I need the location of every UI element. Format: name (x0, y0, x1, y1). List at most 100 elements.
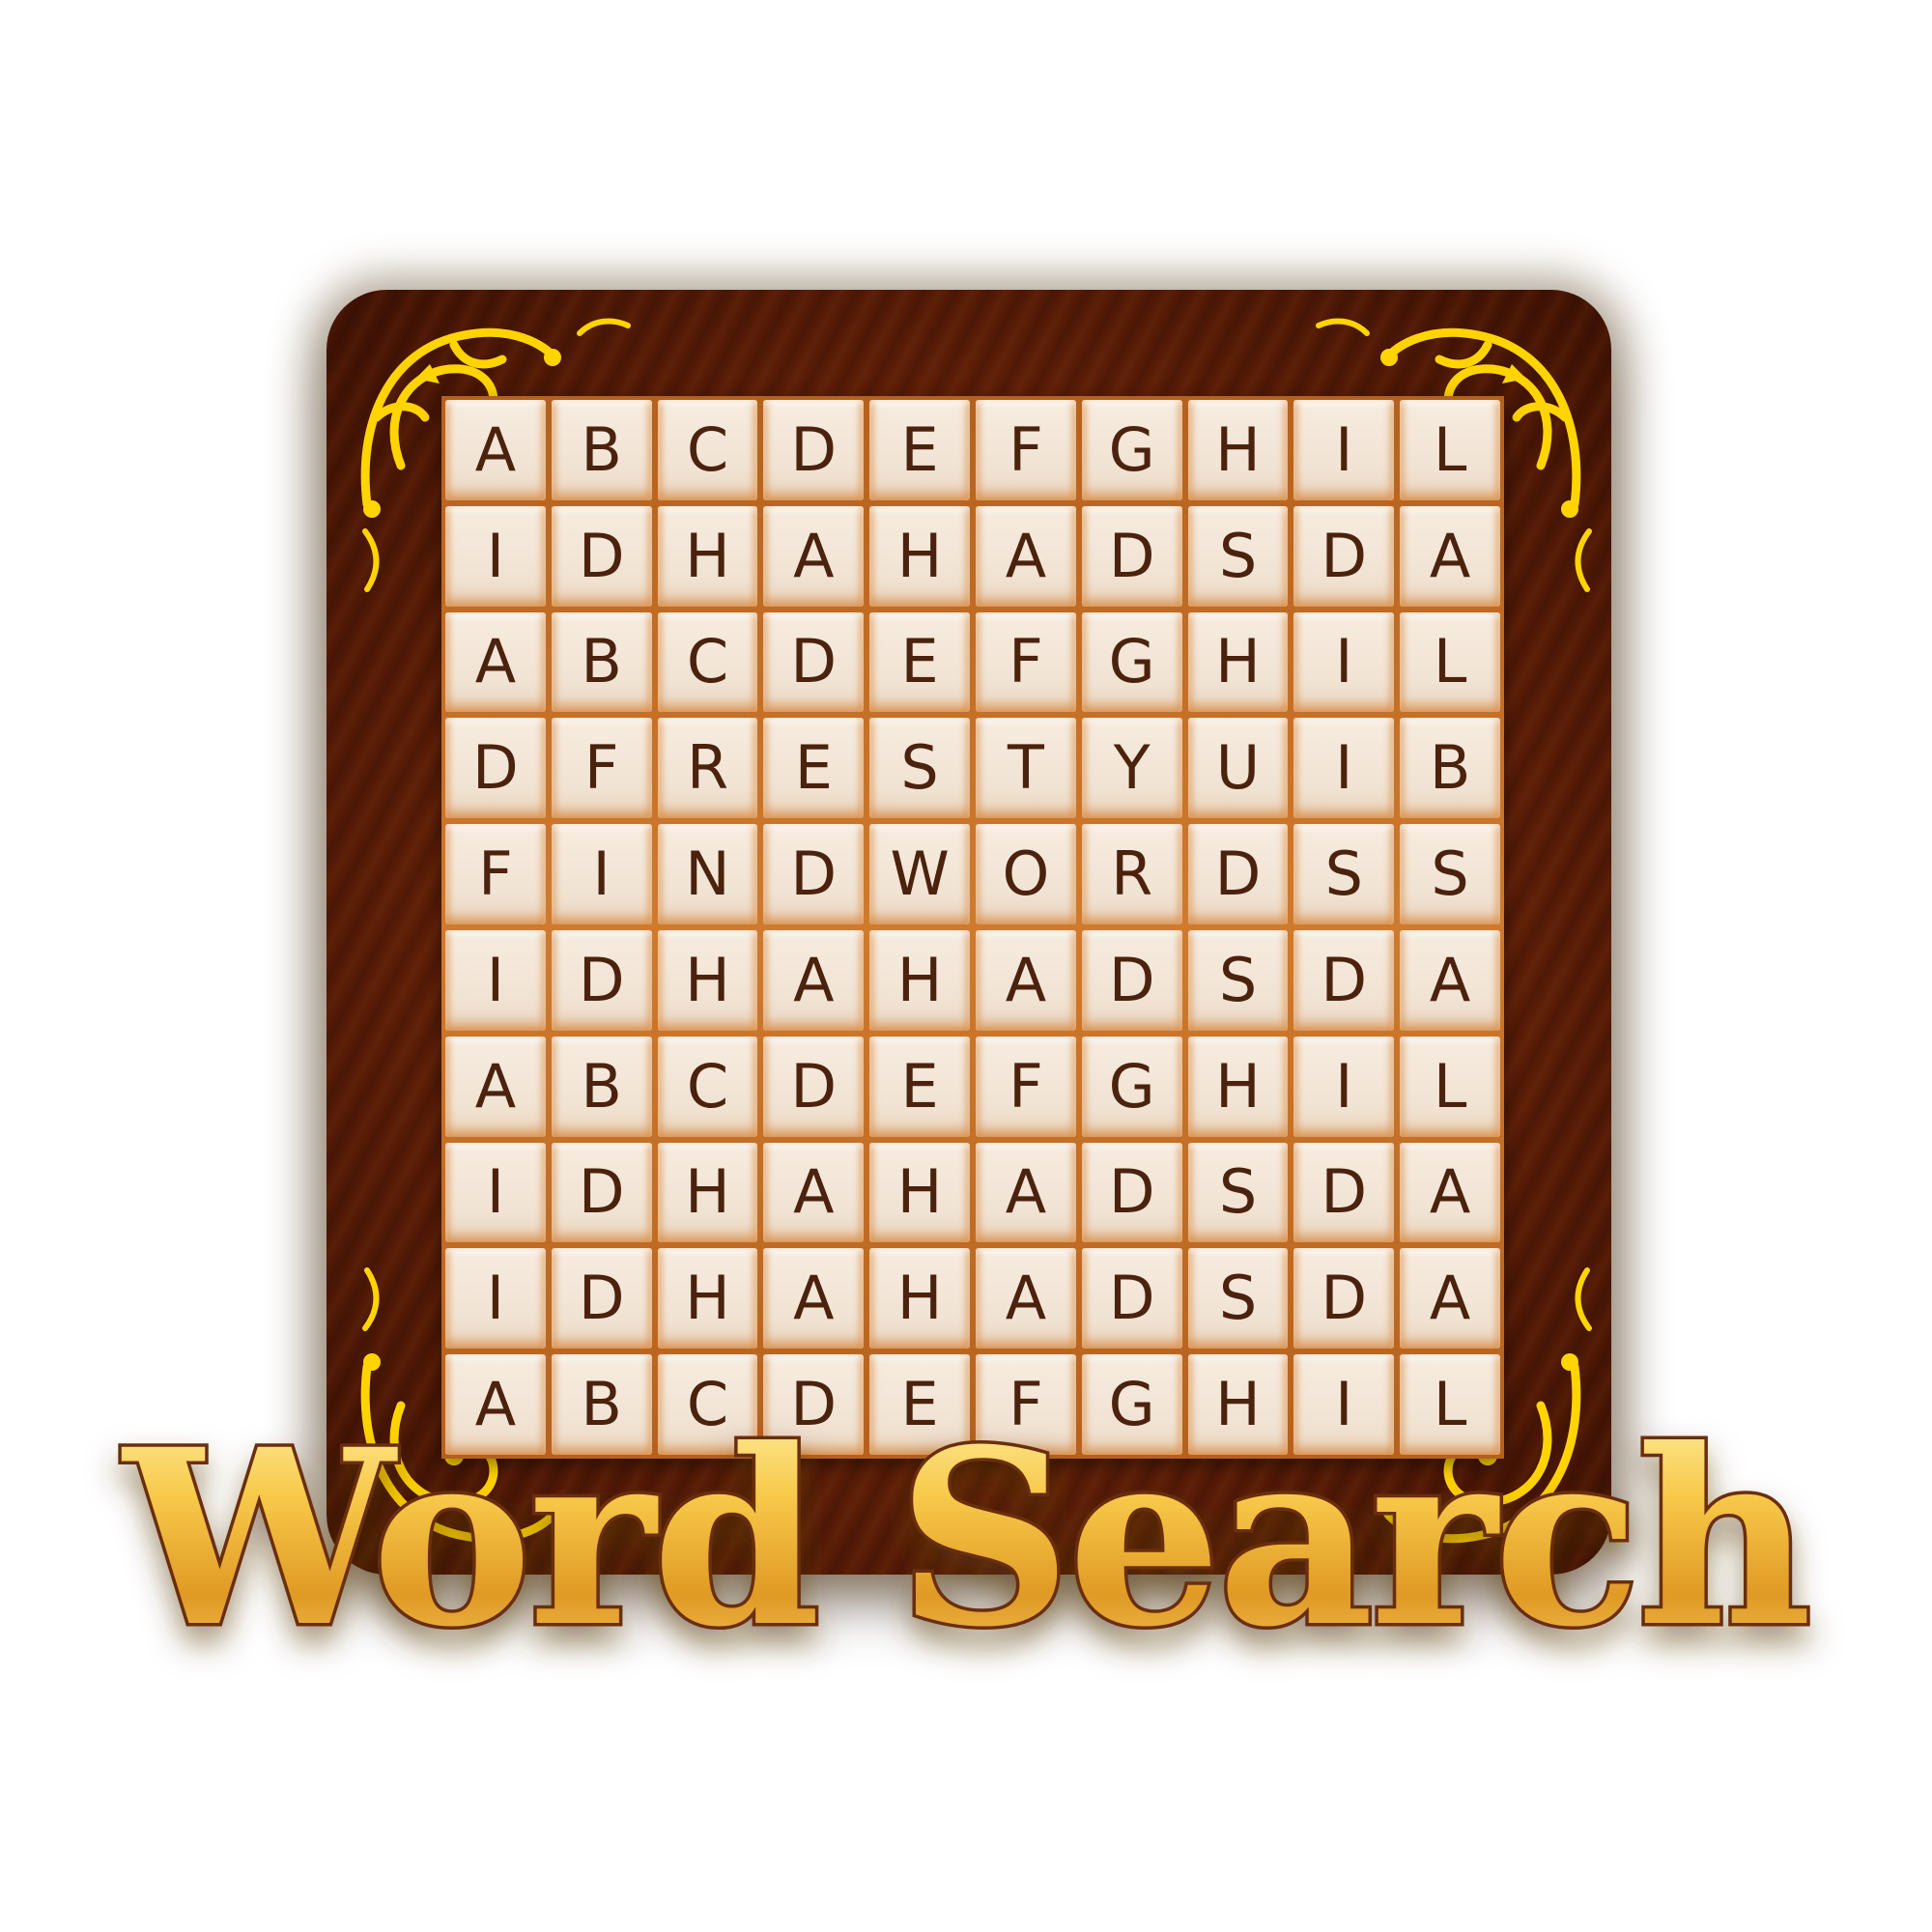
game-title: Word Search (118, 1393, 1816, 1684)
letter-tile[interactable]: D (763, 1036, 865, 1137)
letter-tile[interactable]: R (657, 718, 758, 819)
flourish-icon (362, 528, 380, 592)
letter-tile[interactable]: D (551, 1142, 652, 1243)
letter-tile[interactable]: S (1187, 1248, 1289, 1350)
flourish-icon (1575, 1267, 1592, 1331)
letter-tile[interactable]: F (976, 1036, 1076, 1137)
flourish-icon (1316, 318, 1370, 336)
title-text: Word Search (121, 1396, 1808, 1680)
letter-tile[interactable]: D (551, 505, 652, 607)
letter-tile[interactable]: I (445, 505, 546, 607)
flourish-icon (577, 318, 631, 336)
flourish-icon (1575, 528, 1592, 592)
letter-tile[interactable]: H (1187, 400, 1289, 500)
letter-tile[interactable]: D (1293, 505, 1395, 607)
letter-tile[interactable]: D (763, 824, 865, 924)
letter-tile[interactable]: D (1293, 1248, 1395, 1350)
letter-tile[interactable]: B (551, 611, 652, 713)
letter-tile[interactable]: H (657, 1248, 758, 1350)
letter-tile[interactable]: H (1187, 611, 1289, 713)
stage: ABCDEFGHILIDHAHADSDAABCDEFGHILDFRESTYUIB… (0, 0, 1932, 1932)
letter-tile[interactable]: D (1187, 824, 1289, 924)
letter-tile[interactable]: T (976, 718, 1076, 819)
letter-tile[interactable]: A (763, 505, 865, 607)
letter-tile[interactable]: G (1081, 611, 1182, 713)
letter-tile[interactable]: C (657, 1036, 758, 1137)
letter-tile[interactable]: H (1187, 1036, 1289, 1137)
letter-tile[interactable]: D (1081, 1248, 1182, 1350)
letter-tile[interactable]: H (657, 505, 758, 607)
letter-tile[interactable]: F (976, 611, 1076, 713)
letter-tile[interactable]: H (657, 1142, 758, 1243)
letter-tile[interactable]: I (1293, 1036, 1395, 1137)
letter-tile[interactable]: A (1400, 930, 1500, 1031)
letter-tile[interactable]: A (976, 1142, 1076, 1243)
letter-tile[interactable]: S (1187, 505, 1289, 607)
letter-tile[interactable]: A (1400, 505, 1500, 607)
letter-tile[interactable]: B (1400, 718, 1500, 819)
letter-tile[interactable]: G (1081, 1036, 1182, 1137)
letter-tile[interactable]: I (445, 930, 546, 1031)
letter-tile[interactable]: L (1400, 400, 1500, 500)
letter-tile[interactable]: C (657, 400, 758, 500)
letter-tile[interactable]: S (869, 718, 970, 819)
letter-tile[interactable]: B (551, 1036, 652, 1137)
letter-tile[interactable]: B (551, 400, 652, 500)
letter-tile[interactable]: A (445, 400, 546, 500)
letter-tile[interactable]: A (445, 1036, 546, 1137)
letter-tile[interactable]: E (869, 611, 970, 713)
letter-tile[interactable]: F (976, 400, 1076, 500)
letter-tile[interactable]: L (1400, 611, 1500, 713)
letter-tile[interactable]: G (1081, 400, 1182, 500)
letter-tile[interactable]: E (763, 718, 865, 819)
letter-tile[interactable]: F (551, 718, 652, 819)
letter-tile[interactable]: D (1293, 1142, 1395, 1243)
letter-tile[interactable]: H (869, 505, 970, 607)
letter-tile[interactable]: I (551, 824, 652, 924)
letter-tile[interactable]: Y (1081, 718, 1182, 819)
letter-tile[interactable]: H (869, 930, 970, 1031)
letter-tile[interactable]: D (763, 400, 865, 500)
letter-tile[interactable]: O (976, 824, 1076, 924)
letter-tile[interactable]: L (1400, 1036, 1500, 1137)
letter-tile[interactable]: D (1081, 930, 1182, 1031)
letter-tile[interactable]: E (869, 1036, 970, 1137)
letter-tile[interactable]: I (445, 1142, 546, 1243)
letter-tile[interactable]: D (763, 611, 865, 713)
letter-tile[interactable]: N (657, 824, 758, 924)
letter-tile[interactable]: H (869, 1248, 970, 1350)
letter-tile[interactable]: A (445, 611, 546, 713)
letter-tile[interactable]: W (869, 824, 970, 924)
letter-tile[interactable]: D (1293, 930, 1395, 1031)
letter-tile[interactable]: S (1187, 1142, 1289, 1243)
letter-tile[interactable]: S (1400, 824, 1500, 924)
letter-tile[interactable]: A (976, 930, 1076, 1031)
letter-tile[interactable]: A (1400, 1142, 1500, 1243)
letter-tile[interactable]: D (551, 1248, 652, 1350)
letter-tile[interactable]: D (551, 930, 652, 1031)
letter-tile[interactable]: R (1081, 824, 1182, 924)
letter-tile[interactable]: D (1081, 505, 1182, 607)
letter-tile[interactable]: A (976, 505, 1076, 607)
letter-tile[interactable]: I (1293, 718, 1395, 819)
letter-tile[interactable]: A (763, 1248, 865, 1350)
letter-tile[interactable]: S (1293, 824, 1395, 924)
letter-tile[interactable]: D (445, 718, 546, 819)
letter-tile[interactable]: A (763, 1142, 865, 1243)
letter-tile[interactable]: F (445, 824, 546, 924)
letter-grid: ABCDEFGHILIDHAHADSDAABCDEFGHILDFRESTYUIB… (441, 396, 1504, 1459)
letter-tile[interactable]: A (976, 1248, 1076, 1350)
letter-tile[interactable]: C (657, 611, 758, 713)
letter-tile[interactable]: A (1400, 1248, 1500, 1350)
letter-tile[interactable]: D (1081, 1142, 1182, 1243)
letter-tile[interactable]: A (763, 930, 865, 1031)
letter-tile[interactable]: S (1187, 930, 1289, 1031)
letter-tile[interactable]: I (1293, 400, 1395, 500)
letter-tile[interactable]: U (1187, 718, 1289, 819)
letter-tile[interactable]: E (869, 400, 970, 500)
flourish-icon (362, 1267, 380, 1331)
letter-tile[interactable]: H (657, 930, 758, 1031)
letter-tile[interactable]: H (869, 1142, 970, 1243)
letter-tile[interactable]: I (445, 1248, 546, 1350)
letter-tile[interactable]: I (1293, 611, 1395, 713)
